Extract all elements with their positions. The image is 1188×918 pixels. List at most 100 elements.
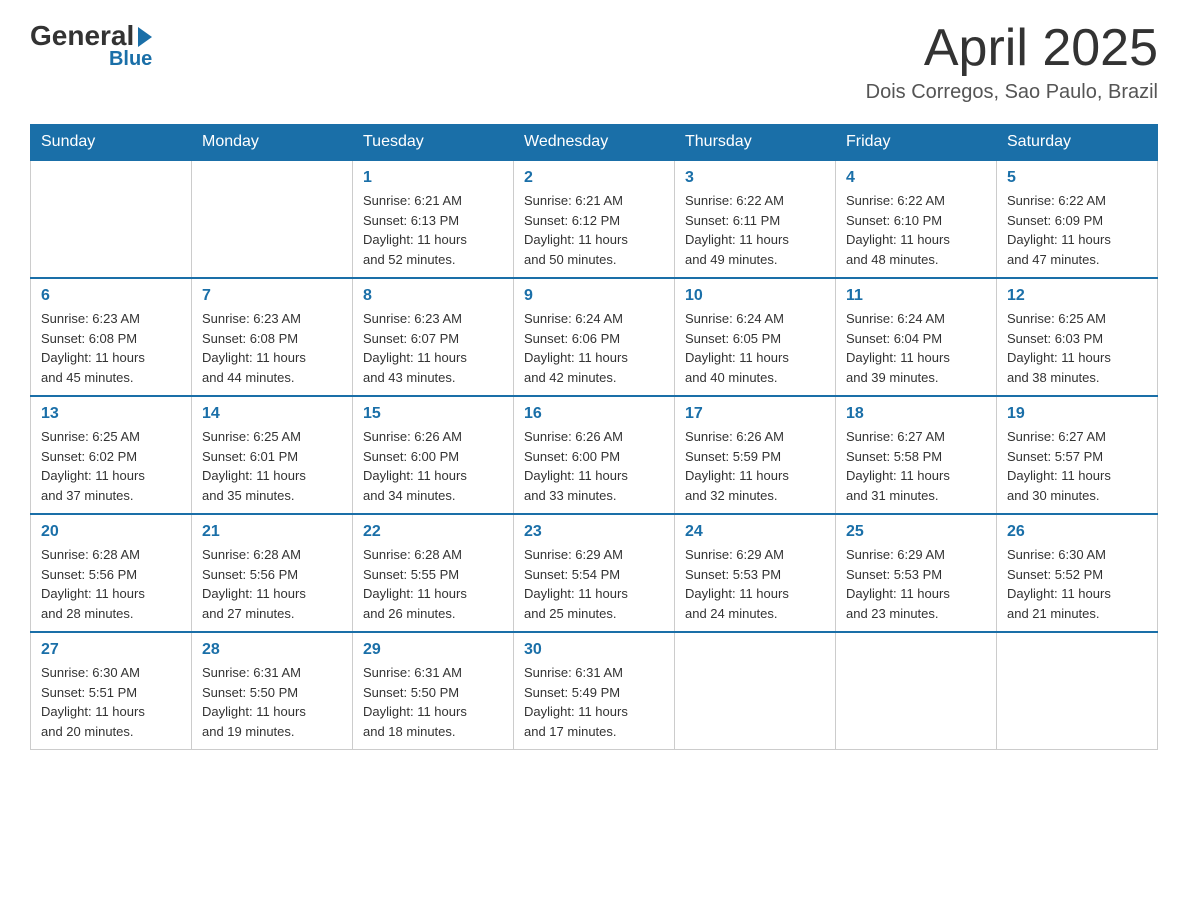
table-row: 18Sunrise: 6:27 AMSunset: 5:58 PMDayligh… [836, 396, 997, 514]
day-info: Sunrise: 6:29 AMSunset: 5:53 PMDaylight:… [685, 545, 825, 623]
day-info: Sunrise: 6:24 AMSunset: 6:05 PMDaylight:… [685, 309, 825, 387]
location-title: Dois Corregos, Sao Paulo, Brazil [866, 81, 1158, 104]
day-info: Sunrise: 6:24 AMSunset: 6:04 PMDaylight:… [846, 309, 986, 387]
day-info: Sunrise: 6:29 AMSunset: 5:54 PMDaylight:… [524, 545, 664, 623]
day-number: 26 [1007, 523, 1147, 541]
day-number: 13 [41, 405, 181, 423]
day-info: Sunrise: 6:23 AMSunset: 6:08 PMDaylight:… [41, 309, 181, 387]
day-number: 18 [846, 405, 986, 423]
table-row: 12 Sunrise: 6:25 AMSunset: 6:03 PMDayligh… [997, 278, 1158, 396]
day-info: Sunrise: 6:22 AMSunset: 6:10 PMDaylight:… [846, 191, 986, 269]
table-row: 2 Sunrise: 6:21 AMSunset: 6:12 PMDaylight… [514, 160, 675, 278]
calendar-week-row: 27 Sunrise: 6:30 AMSunset: 5:51 PMDayligh… [31, 632, 1158, 750]
day-info: Sunrise: 6:29 AMSunset: 5:53 PMDaylight:… [846, 545, 986, 623]
day-number: 20 [41, 523, 181, 541]
day-number: 30 [524, 641, 664, 659]
day-number: 22 [363, 523, 503, 541]
day-number: 25 [846, 523, 986, 541]
table-row: 21 Sunrise: 6:28 AMSunset: 5:56 PMDayligh… [192, 514, 353, 632]
table-row: 25 Sunrise: 6:29 AMSunset: 5:53 PMDayligh… [836, 514, 997, 632]
logo-blue-text: Blue [109, 48, 152, 71]
calendar-header-row: Sunday Monday Tuesday Wednesday Thursday… [31, 125, 1158, 161]
day-number: 9 [524, 287, 664, 305]
day-number: 27 [41, 641, 181, 659]
table-row: 30 Sunrise: 6:31 AMSunset: 5:49 PMDayligh… [514, 632, 675, 750]
day-info: Sunrise: 6:21 AMSunset: 6:13 PMDaylight:… [363, 191, 503, 269]
page-header: General Blue April 2025 Dois Corregos, S… [30, 20, 1158, 104]
day-info: Sunrise: 6:26 AMSunset: 6:00 PMDaylight:… [363, 427, 503, 505]
day-info: Sunrise: 6:30 AMSunset: 5:52 PMDaylight:… [1007, 545, 1147, 623]
title-section: April 2025 Dois Corregos, Sao Paulo, Bra… [866, 20, 1158, 104]
col-friday: Friday [836, 125, 997, 161]
table-row: 10 Sunrise: 6:24 AMSunset: 6:05 PMDayligh… [675, 278, 836, 396]
day-info: Sunrise: 6:30 AMSunset: 5:51 PMDaylight:… [41, 663, 181, 741]
day-number: 24 [685, 523, 825, 541]
table-row: 29Sunrise: 6:31 AMSunset: 5:50 PMDayligh… [353, 632, 514, 750]
day-number: 11 [846, 287, 986, 305]
day-info: Sunrise: 6:27 AMSunset: 5:57 PMDaylight:… [1007, 427, 1147, 505]
day-number: 12 [1007, 287, 1147, 305]
logo-arrow-icon [138, 27, 152, 47]
calendar-week-row: 20 Sunrise: 6:28 AMSunset: 5:56 PMDayligh… [31, 514, 1158, 632]
table-row: 28Sunrise: 6:31 AMSunset: 5:50 PMDayligh… [192, 632, 353, 750]
day-number: 5 [1007, 169, 1147, 187]
table-row: 3 Sunrise: 6:22 AMSunset: 6:11 PMDaylight… [675, 160, 836, 278]
table-row: 15 Sunrise: 6:26 AMSunset: 6:00 PMDayligh… [353, 396, 514, 514]
day-number: 14 [202, 405, 342, 423]
table-row [997, 632, 1158, 750]
day-number: 28 [202, 641, 342, 659]
month-title: April 2025 [866, 20, 1158, 77]
table-row: 4 Sunrise: 6:22 AMSunset: 6:10 PMDaylight… [836, 160, 997, 278]
day-number: 1 [363, 169, 503, 187]
col-tuesday: Tuesday [353, 125, 514, 161]
day-info: Sunrise: 6:24 AMSunset: 6:06 PMDaylight:… [524, 309, 664, 387]
day-info: Sunrise: 6:21 AMSunset: 6:12 PMDaylight:… [524, 191, 664, 269]
day-number: 2 [524, 169, 664, 187]
table-row: 16Sunrise: 6:26 AMSunset: 6:00 PMDayligh… [514, 396, 675, 514]
calendar-table: Sunday Monday Tuesday Wednesday Thursday… [30, 124, 1158, 750]
table-row: 9 Sunrise: 6:24 AMSunset: 6:06 PMDaylight… [514, 278, 675, 396]
table-row: 8 Sunrise: 6:23 AMSunset: 6:07 PMDaylight… [353, 278, 514, 396]
table-row: 11 Sunrise: 6:24 AMSunset: 6:04 PMDayligh… [836, 278, 997, 396]
calendar-week-row: 1 Sunrise: 6:21 AMSunset: 6:13 PMDaylight… [31, 160, 1158, 278]
day-number: 8 [363, 287, 503, 305]
day-info: Sunrise: 6:25 AMSunset: 6:03 PMDaylight:… [1007, 309, 1147, 387]
col-sunday: Sunday [31, 125, 192, 161]
day-number: 10 [685, 287, 825, 305]
table-row: 22Sunrise: 6:28 AMSunset: 5:55 PMDayligh… [353, 514, 514, 632]
table-row: 7 Sunrise: 6:23 AMSunset: 6:08 PMDaylight… [192, 278, 353, 396]
day-number: 19 [1007, 405, 1147, 423]
day-info: Sunrise: 6:25 AMSunset: 6:01 PMDaylight:… [202, 427, 342, 505]
day-info: Sunrise: 6:25 AMSunset: 6:02 PMDaylight:… [41, 427, 181, 505]
table-row: 1 Sunrise: 6:21 AMSunset: 6:13 PMDaylight… [353, 160, 514, 278]
day-number: 17 [685, 405, 825, 423]
table-row: 24 Sunrise: 6:29 AMSunset: 5:53 PMDayligh… [675, 514, 836, 632]
table-row: 14 Sunrise: 6:25 AMSunset: 6:01 PMDayligh… [192, 396, 353, 514]
day-info: Sunrise: 6:28 AMSunset: 5:56 PMDaylight:… [202, 545, 342, 623]
day-info: Sunrise: 6:26 AMSunset: 6:00 PMDaylight:… [524, 427, 664, 505]
col-saturday: Saturday [997, 125, 1158, 161]
table-row: 17Sunrise: 6:26 AMSunset: 5:59 PMDayligh… [675, 396, 836, 514]
table-row: 5 Sunrise: 6:22 AMSunset: 6:09 PMDaylight… [997, 160, 1158, 278]
col-thursday: Thursday [675, 125, 836, 161]
table-row: 19 Sunrise: 6:27 AMSunset: 5:57 PMDayligh… [997, 396, 1158, 514]
day-info: Sunrise: 6:22 AMSunset: 6:11 PMDaylight:… [685, 191, 825, 269]
table-row: 27 Sunrise: 6:30 AMSunset: 5:51 PMDayligh… [31, 632, 192, 750]
table-row: 26 Sunrise: 6:30 AMSunset: 5:52 PMDayligh… [997, 514, 1158, 632]
day-info: Sunrise: 6:31 AMSunset: 5:49 PMDaylight:… [524, 663, 664, 741]
table-row [192, 160, 353, 278]
day-info: Sunrise: 6:23 AMSunset: 6:08 PMDaylight:… [202, 309, 342, 387]
day-number: 15 [363, 405, 503, 423]
col-monday: Monday [192, 125, 353, 161]
table-row [31, 160, 192, 278]
day-info: Sunrise: 6:28 AMSunset: 5:56 PMDaylight:… [41, 545, 181, 623]
day-info: Sunrise: 6:23 AMSunset: 6:07 PMDaylight:… [363, 309, 503, 387]
day-number: 7 [202, 287, 342, 305]
day-info: Sunrise: 6:22 AMSunset: 6:09 PMDaylight:… [1007, 191, 1147, 269]
day-number: 3 [685, 169, 825, 187]
day-number: 6 [41, 287, 181, 305]
day-number: 29 [363, 641, 503, 659]
day-number: 21 [202, 523, 342, 541]
day-number: 4 [846, 169, 986, 187]
calendar-week-row: 13 Sunrise: 6:25 AMSunset: 6:02 PMDayligh… [31, 396, 1158, 514]
